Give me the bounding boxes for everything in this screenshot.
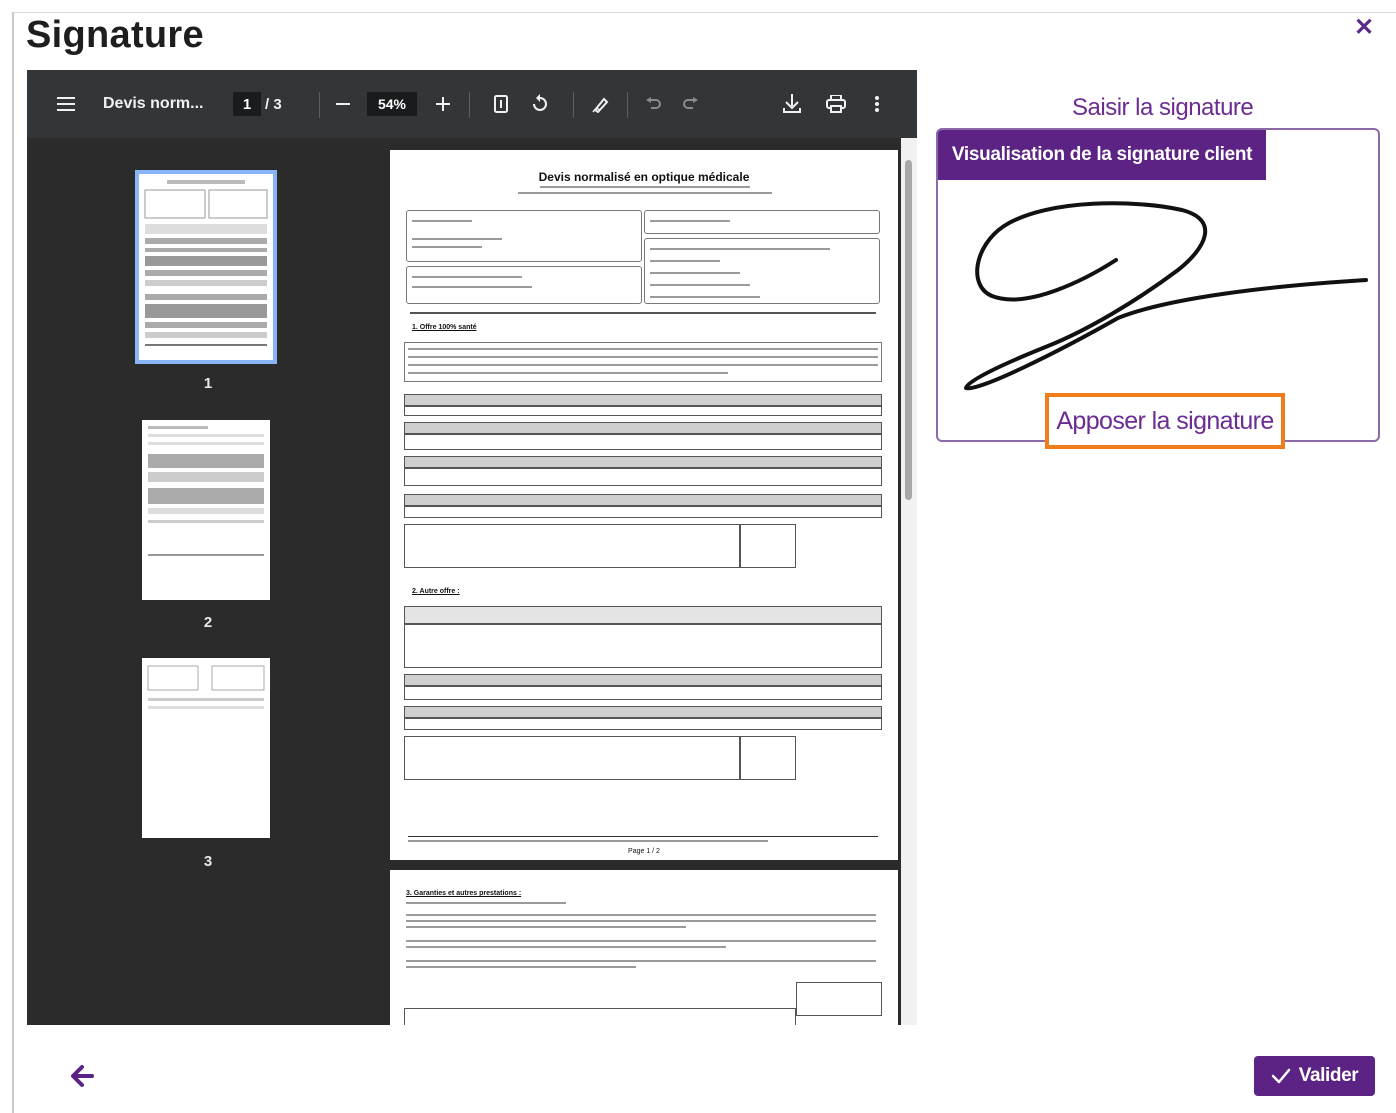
text-line	[406, 946, 726, 948]
close-icon[interactable]: ✕	[1354, 16, 1374, 40]
section-heading: 1. Offre 100% santé	[412, 324, 477, 331]
table-row	[404, 718, 882, 730]
table-row	[404, 1008, 796, 1025]
text-line	[650, 260, 720, 262]
text-line	[406, 902, 566, 904]
toolbar-divider	[469, 92, 470, 118]
validate-button[interactable]: Valider	[1254, 1056, 1375, 1096]
patient-info-box	[406, 210, 642, 262]
rotate-icon[interactable]	[527, 70, 553, 138]
text-line	[650, 272, 740, 274]
pdf-toolbar: Devis norm... 1 / 3 54%	[27, 70, 917, 138]
document-page: Devis normalisé en optique médicale 1. O…	[390, 150, 898, 860]
text-line	[412, 238, 502, 240]
print-icon[interactable]	[823, 70, 849, 138]
check-icon	[1271, 1068, 1290, 1084]
toolbar-divider	[319, 92, 320, 118]
text-line	[518, 192, 772, 194]
quote-info-box	[406, 266, 642, 304]
page-thumbnail[interactable]	[142, 420, 270, 600]
download-icon[interactable]	[779, 70, 805, 138]
text-line	[412, 246, 482, 248]
text-line	[406, 960, 876, 962]
table-cell	[796, 982, 882, 1016]
text-line	[408, 364, 878, 366]
table-header	[404, 394, 882, 406]
text-line	[412, 220, 472, 222]
table-row	[404, 434, 882, 450]
annotate-pen-icon[interactable]	[589, 70, 613, 138]
fit-page-icon[interactable]	[489, 70, 513, 138]
document-title: Devis norm...	[103, 95, 204, 112]
menu-icon[interactable]	[51, 70, 81, 138]
prescriber-box	[644, 210, 880, 234]
signature-heading: Saisir la signature	[1072, 94, 1254, 121]
text-line	[408, 840, 768, 842]
text-line	[408, 372, 728, 374]
text-line	[650, 296, 760, 298]
table-row	[404, 468, 882, 486]
table-cell	[740, 524, 796, 568]
modal-title: Signature	[26, 14, 204, 56]
table-row	[404, 506, 882, 518]
pdf-viewer: Devis norm... 1 / 3 54% 1 2 3 Devis norm…	[27, 70, 917, 1025]
document-area[interactable]: Devis normalisé en optique médicale 1. O…	[387, 138, 917, 1025]
table-row	[404, 624, 882, 668]
text-line	[406, 920, 876, 922]
back-arrow-icon[interactable]	[64, 1058, 104, 1094]
page-number-input[interactable]: 1	[233, 92, 261, 116]
toolbar-divider	[573, 92, 574, 118]
text-line	[406, 966, 636, 968]
table-cell	[740, 736, 796, 780]
zoom-input[interactable]: 54%	[367, 92, 417, 116]
zoom-out-icon[interactable]	[331, 70, 355, 138]
text-line	[408, 356, 878, 358]
table-row	[404, 736, 740, 780]
text-line	[650, 248, 830, 250]
scrollbar-thumb[interactable]	[905, 160, 912, 500]
document-page: 3. Garanties et autres prestations :	[390, 870, 898, 1025]
signature-preview-tab[interactable]: Visualisation de la signature client	[938, 130, 1266, 180]
text-line	[406, 926, 686, 928]
page-total: / 3	[265, 95, 282, 113]
undo-icon[interactable]	[641, 70, 665, 138]
text-line	[650, 220, 730, 222]
text-line	[406, 940, 876, 942]
document-title-text: Devis normalisé en optique médicale	[538, 170, 750, 184]
table-header	[404, 706, 882, 718]
text-line	[650, 284, 750, 286]
table-header	[404, 494, 882, 506]
table-header	[404, 674, 882, 686]
thumbnail-label: 3	[203, 853, 213, 870]
table-header	[404, 606, 882, 624]
text-line	[408, 348, 878, 350]
section-heading: 3. Garanties et autres prestations :	[406, 890, 522, 897]
table-row	[404, 524, 740, 568]
validate-label: Valider	[1298, 1065, 1359, 1086]
table-header	[404, 422, 882, 434]
toolbar-divider	[627, 92, 628, 118]
redo-icon[interactable]	[679, 70, 703, 138]
text-line	[410, 312, 876, 314]
text-line	[412, 276, 522, 278]
zoom-in-icon[interactable]	[431, 70, 455, 138]
thumbnail-sidebar: 1 2 3	[27, 138, 387, 1025]
text-line	[406, 914, 876, 916]
thumbnail-label: 1	[203, 375, 213, 392]
table-row	[404, 686, 882, 700]
page-thumbnail[interactable]	[135, 170, 277, 364]
page-thumbnail[interactable]	[142, 658, 270, 838]
section-heading: 2. Autre offre :	[412, 588, 460, 595]
more-options-icon[interactable]	[869, 70, 885, 138]
table-header	[404, 456, 882, 468]
document-scrollbar[interactable]	[901, 138, 917, 1025]
text-line	[540, 186, 750, 188]
table-row	[404, 406, 882, 416]
apply-signature-button[interactable]: Apposer la signature	[1045, 393, 1285, 449]
thumbnail-label: 2	[203, 614, 213, 631]
text-line	[412, 286, 532, 288]
footer-rule	[408, 836, 878, 837]
page-footer: Page 1 / 2	[628, 848, 660, 855]
